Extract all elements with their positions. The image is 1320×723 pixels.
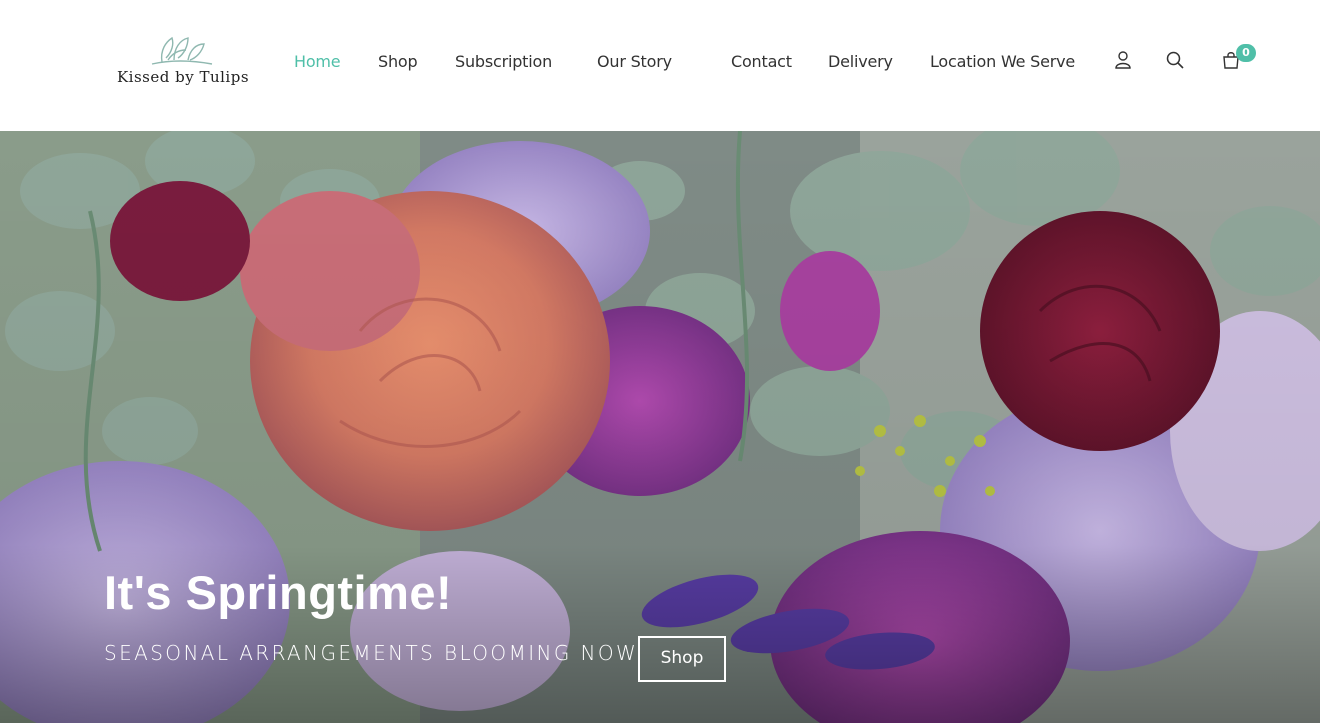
nav-home[interactable]: Home <box>294 52 341 71</box>
logo-text: Kissed by Tulips <box>116 68 250 86</box>
nav-shop[interactable]: Shop <box>378 52 418 71</box>
search-icon[interactable] <box>1165 50 1187 72</box>
tulip-logo-icon <box>151 36 213 65</box>
nav-contact[interactable]: Contact <box>731 52 792 71</box>
flower-bouquet-image <box>0 131 1320 723</box>
hero-subtitle: SEASONAL ARRANGEMENTS BLOOMING NOW <box>104 641 639 665</box>
nav-subscription[interactable]: Subscription <box>455 52 552 71</box>
nav-location[interactable]: Location We Serve <box>930 52 1075 71</box>
nav-our-story[interactable]: Our Story <box>597 52 672 71</box>
user-account-icon[interactable] <box>1113 50 1135 72</box>
hero-title: It's Springtime! <box>104 566 453 619</box>
site-logo[interactable]: Kissed by Tulips <box>100 30 260 96</box>
hero-shop-button[interactable]: Shop <box>638 636 726 682</box>
nav-delivery[interactable]: Delivery <box>828 52 893 71</box>
hero-banner: It's Springtime! SEASONAL ARRANGEMENTS B… <box>0 131 1320 723</box>
cart-count-badge: 0 <box>1236 44 1256 62</box>
site-header: Kissed by Tulips Home Shop Subscription … <box>0 0 1320 131</box>
